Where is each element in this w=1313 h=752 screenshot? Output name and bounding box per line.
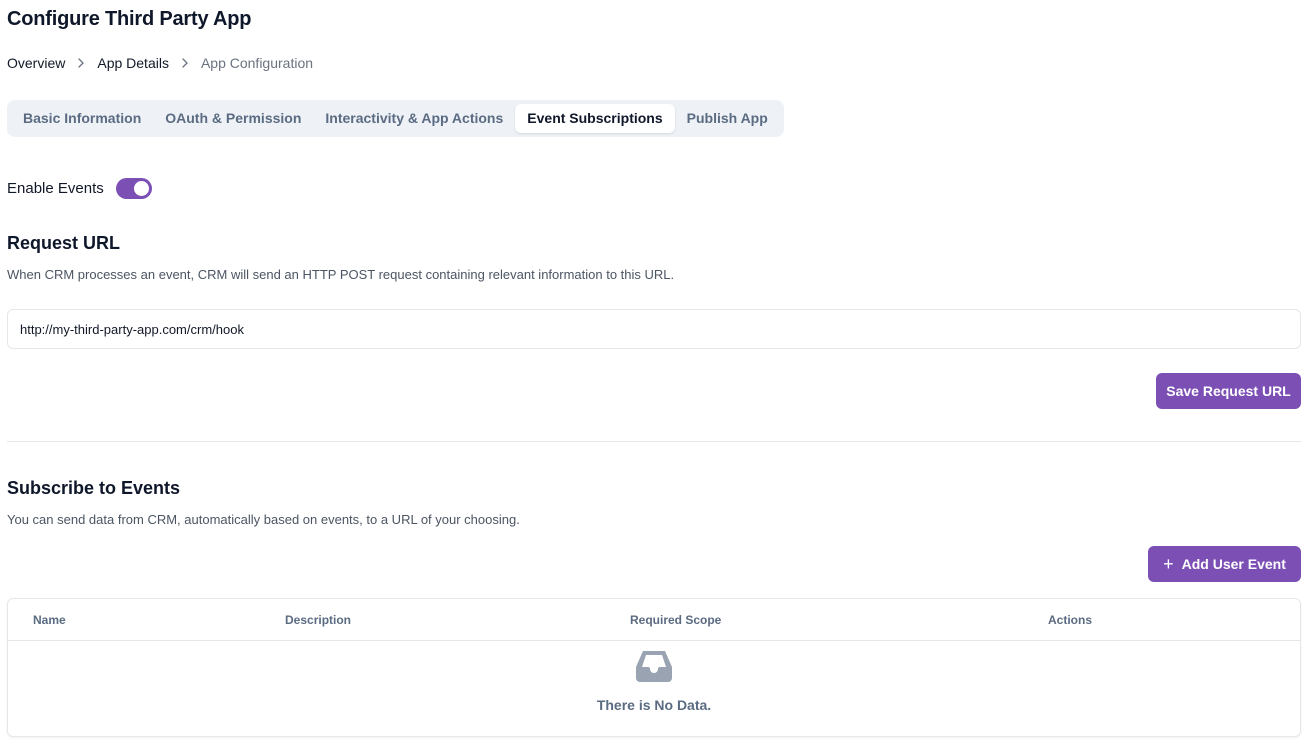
- empty-state-text: There is No Data.: [596, 697, 712, 713]
- inbox-icon: [636, 651, 672, 682]
- request-url-description: When CRM processes an event, CRM will se…: [7, 267, 675, 282]
- enable-events-label: Enable Events: [7, 180, 104, 197]
- breadcrumb: Overview App Details App Configuration: [7, 55, 313, 71]
- tab-basic-information[interactable]: Basic Information: [11, 104, 153, 133]
- add-user-event-label: Add User Event: [1181, 556, 1286, 572]
- tab-oauth-permission[interactable]: OAuth & Permission: [153, 104, 313, 133]
- page: Configure Third Party App Overview App D…: [0, 0, 1313, 752]
- section-divider: [7, 441, 1301, 442]
- column-header-name: Name: [33, 613, 66, 627]
- subscribe-events-title: Subscribe to Events: [7, 478, 181, 498]
- page-title: Configure Third Party App: [7, 8, 252, 30]
- column-header-description: Description: [285, 613, 352, 627]
- tab-bar: Basic Information OAuth & Permission Int…: [7, 100, 784, 137]
- request-url-input[interactable]: [7, 309, 1301, 349]
- plus-icon: +: [1163, 554, 1174, 574]
- subscribe-events-description: You can send data from CRM, automaticall…: [7, 512, 520, 527]
- tab-event-subscriptions[interactable]: Event Subscriptions: [515, 104, 675, 133]
- chevron-right-icon: [169, 57, 201, 69]
- table-header: Name Description Required Scope Actions: [8, 599, 1300, 641]
- toggle-knob: [133, 181, 149, 196]
- empty-state: There is No Data.: [8, 649, 1300, 713]
- add-user-event-button[interactable]: + Add User Event: [1148, 546, 1301, 582]
- column-header-actions: Actions: [1048, 613, 1093, 627]
- request-url-title: Request URL: [7, 233, 121, 253]
- enable-events-row: Enable Events: [7, 178, 152, 199]
- breadcrumb-app-details[interactable]: App Details: [97, 55, 169, 71]
- column-header-required-scope: Required Scope: [630, 613, 722, 627]
- enable-events-toggle[interactable]: [115, 178, 152, 199]
- tab-interactivity-app-actions[interactable]: Interactivity & App Actions: [313, 104, 515, 133]
- breadcrumb-overview[interactable]: Overview: [7, 55, 65, 71]
- chevron-right-icon: [65, 57, 97, 69]
- events-table: Name Description Required Scope Actions …: [7, 598, 1301, 737]
- tab-publish-app[interactable]: Publish App: [675, 104, 780, 133]
- save-request-url-button[interactable]: Save Request URL: [1156, 373, 1301, 409]
- breadcrumb-app-configuration: App Configuration: [200, 55, 314, 71]
